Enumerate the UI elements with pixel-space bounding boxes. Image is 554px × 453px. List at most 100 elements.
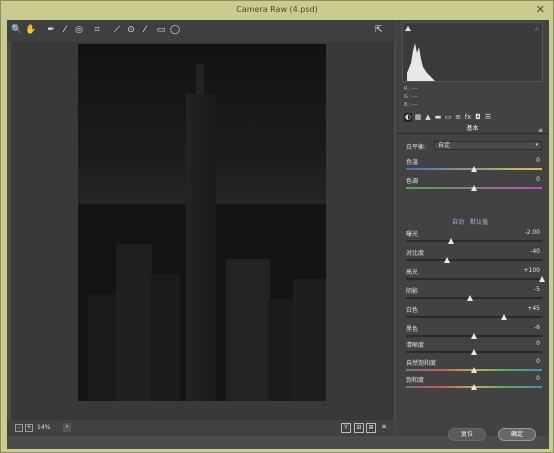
preview-image	[78, 44, 326, 401]
slider-label: 黑色	[406, 326, 419, 333]
slider-label: 色调	[406, 178, 419, 185]
slider-value[interactable]: 0	[536, 340, 540, 347]
bottom-bar: - + 14% ▾ Y ⊟ ⊞ ≡	[7, 420, 395, 436]
slider-row: 高光 +100	[406, 267, 545, 287]
export-icon[interactable]: ⇱	[375, 24, 387, 36]
slider-value[interactable]: -2.00	[524, 229, 540, 236]
zoom-dropdown-icon[interactable]: ▾	[63, 423, 71, 432]
color-sampler-icon[interactable]: ⁄	[59, 24, 71, 37]
slider-value[interactable]: 0	[536, 375, 540, 382]
slider-thumb[interactable]	[471, 366, 477, 373]
slider-label: 色温	[406, 159, 419, 166]
slider-track[interactable]	[406, 297, 542, 299]
default-button[interactable]: 默认值	[470, 217, 488, 226]
hand-icon[interactable]: ✋	[25, 24, 37, 37]
panel-tab-3-icon[interactable]: ▬	[434, 113, 442, 122]
histogram-graph	[407, 43, 435, 81]
panel-tab-5-icon[interactable]: ≡	[454, 113, 462, 122]
panel-tab-2-icon[interactable]: ▲	[424, 113, 432, 122]
zoom-icon[interactable]: 🔍	[11, 24, 23, 37]
window-title: Camera Raw (4.psd)	[236, 5, 318, 14]
highlight-clip-icon[interactable]	[534, 26, 540, 31]
preview-canvas[interactable]	[11, 42, 394, 420]
slider-thumb[interactable]	[466, 295, 473, 301]
graduated-filter-icon[interactable]: ▭	[155, 24, 167, 37]
slider-value[interactable]: +45	[527, 305, 540, 312]
slider-value[interactable]: -6	[534, 324, 540, 331]
slider-label: 阴影	[406, 288, 419, 295]
adjustment-panel: R :--- G :--- B :--- ◐ ▦ ▲ ▬ ▭ ≡ fx ◘ ☰ 基本 ≡ 白平衡…	[396, 20, 549, 436]
white-balance-label: 白平衡:	[406, 144, 427, 151]
close-icon[interactable]: ✕	[536, 3, 545, 17]
white-balance-row: 白平衡: 自定 ▾	[406, 141, 544, 151]
slider-thumb[interactable]	[471, 333, 477, 339]
redeye-icon[interactable]: ⊙	[125, 24, 137, 37]
panel-tab-6-icon[interactable]: fx	[464, 113, 472, 122]
slider-row: 白色 +45	[406, 305, 544, 325]
view-split-icon[interactable]: ⊟	[354, 423, 364, 433]
panel-tabs: ◐ ▦ ▲ ▬ ▭ ≡ fx ◘ ☰	[396, 112, 549, 124]
reset-button[interactable]: 复位	[448, 428, 486, 441]
slider-track[interactable]	[406, 278, 542, 280]
slider-track[interactable]	[406, 240, 542, 242]
view-side-icon[interactable]: ⊞	[366, 423, 376, 433]
rgb-r: R :---	[404, 86, 418, 92]
slider-thumb[interactable]	[471, 384, 477, 390]
slider-value[interactable]: 0	[536, 157, 540, 164]
slider-value[interactable]: -5	[534, 286, 540, 293]
slider-row: 饱和度 0	[406, 375, 544, 395]
panel-tab-1-icon[interactable]: ▦	[414, 113, 422, 122]
view-y-icon[interactable]: Y	[341, 423, 351, 433]
slider-value[interactable]: +100	[524, 267, 540, 274]
slider-value[interactable]: -40	[530, 248, 540, 255]
slider-thumb[interactable]	[447, 238, 454, 244]
auto-row: 自动 默认值	[406, 217, 544, 227]
white-balance-select[interactable]: 自定 ▾	[434, 141, 542, 150]
slider-label: 饱和度	[406, 377, 425, 384]
ok-button[interactable]: 确定	[498, 428, 536, 441]
slider-label: 白色	[406, 307, 419, 314]
slider-label: 高光	[406, 269, 419, 276]
panel-tab-8-icon[interactable]: ☰	[484, 113, 492, 122]
crop-icon[interactable]: ⌗	[91, 24, 103, 37]
slider-label: 对比度	[406, 250, 425, 257]
slider-thumb[interactable]	[539, 276, 545, 282]
slider-value[interactable]: 0	[536, 358, 540, 365]
slider-thumb[interactable]	[443, 257, 450, 263]
brush-icon[interactable]: ⁄	[139, 24, 151, 37]
panel-tab-0-icon[interactable]: ◐	[404, 113, 412, 122]
radial-filter-icon[interactable]: ◯	[169, 24, 181, 37]
slider-track[interactable]	[406, 316, 542, 318]
shadow-clip-icon[interactable]	[405, 26, 411, 31]
slider-label: 曝光	[406, 231, 419, 238]
view-settings-icon[interactable]: ≡	[379, 423, 389, 433]
targeted-adjust-icon[interactable]: ◎	[73, 24, 85, 37]
histogram	[402, 22, 543, 82]
straighten-icon[interactable]: ⟋	[111, 24, 123, 37]
slider-thumb[interactable]	[471, 185, 477, 191]
slider-row: 色温 0	[406, 157, 544, 177]
zoom-in-icon[interactable]: +	[25, 424, 33, 432]
slider-thumb[interactable]	[500, 314, 507, 320]
camera-raw-app: ⇱ 🔍 ✋ ✒ ⁄ ◎ ⌗ ⟋ ⊙ ⁄ ▭ ◯ - + 14% ▾ Y ⊟ ⊞ ≡	[7, 20, 549, 449]
toolbar: ⇱ 🔍 ✋ ✒ ⁄ ◎ ⌗ ⟋ ⊙ ⁄ ▭ ◯	[7, 20, 395, 42]
zoom-level[interactable]: 14%	[37, 424, 50, 431]
panel-tab-4-icon[interactable]: ▭	[444, 113, 452, 122]
slider-row: 曝光 -2.00	[406, 229, 544, 249]
section-title: 基本	[466, 125, 479, 132]
rgb-g: G :---	[404, 94, 418, 100]
slider-label: 清晰度	[406, 342, 425, 349]
chevron-down-icon: ▾	[535, 142, 538, 148]
white-balance-icon[interactable]: ✒	[45, 24, 57, 37]
title-bar: Camera Raw (4.psd) ✕	[1, 1, 553, 19]
panel-tab-7-icon[interactable]: ◘	[474, 113, 482, 122]
slider-value[interactable]: 0	[536, 176, 540, 183]
slider-row: 阴影 -5	[406, 286, 544, 306]
slider-row: 色调 0	[406, 176, 544, 196]
auto-button[interactable]: 自动	[452, 217, 464, 226]
slider-thumb[interactable]	[471, 166, 477, 172]
slider-thumb[interactable]	[471, 349, 477, 355]
zoom-out-icon[interactable]: -	[15, 424, 23, 432]
section-menu-icon[interactable]: ≡	[538, 126, 543, 136]
slider-track[interactable]	[406, 259, 542, 261]
